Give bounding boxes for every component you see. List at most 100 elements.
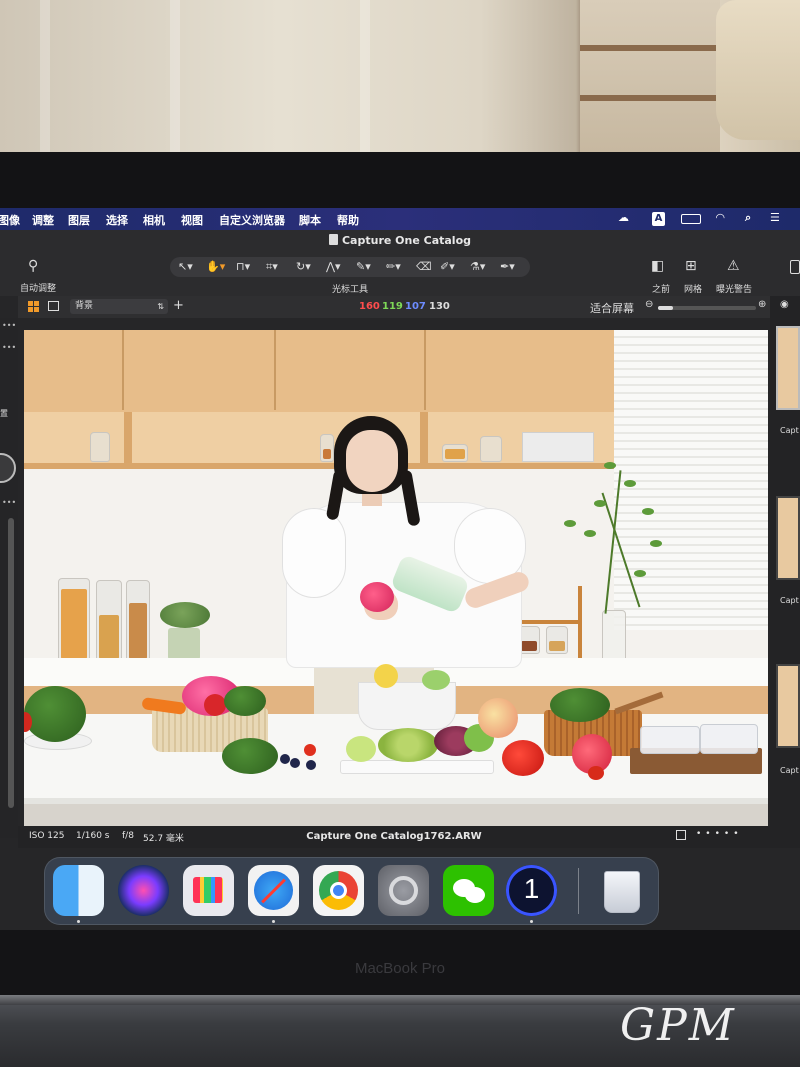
panel-options-icon[interactable]: •••: [2, 498, 16, 507]
window-blinds: [614, 330, 768, 630]
auto-adjust-label[interactable]: 自动调整: [20, 281, 56, 294]
menu-view[interactable]: 视图: [181, 212, 203, 228]
readout-blue: 107: [405, 301, 426, 312]
running-indicator: [530, 920, 533, 923]
thumbnail-caption: Capt: [780, 766, 799, 775]
screen: 图像 调整 图层 选择 相机 视图 自定义浏览器 脚本 帮助 ☁ A ◠ ⌕ ☰…: [0, 208, 800, 930]
eye-icon[interactable]: ◉: [780, 299, 789, 310]
menu-image[interactable]: 图像: [0, 212, 20, 228]
capture-one-icon[interactable]: 1: [506, 865, 557, 916]
single-view-icon[interactable]: [48, 301, 59, 311]
filmstrip-thumbnail[interactable]: [776, 664, 800, 748]
image-filename: Capture One Catalog1762.ARW: [306, 831, 482, 842]
page-dots-icon[interactable]: •••••: [696, 829, 743, 839]
siri-icon[interactable]: [118, 865, 169, 916]
filmstrip-thumbnail[interactable]: [776, 496, 800, 580]
zoom-slider-fill: [658, 306, 673, 310]
trash-icon[interactable]: [598, 865, 644, 916]
wooden-shelf: [580, 0, 720, 160]
settings-icon[interactable]: [378, 865, 429, 916]
select-arrows-icon: ⇅: [157, 302, 164, 311]
wechat-icon[interactable]: [443, 865, 494, 916]
zoom-in-icon[interactable]: ⊕: [758, 299, 766, 310]
menu-adjust[interactable]: 调整: [32, 212, 54, 228]
battery-icon[interactable]: [681, 214, 701, 224]
rotate-tool-icon[interactable]: ↻▾: [296, 260, 311, 273]
chrome-icon[interactable]: [313, 865, 364, 916]
thumbnail-caption: Capt: [780, 596, 799, 605]
gradient-tool-icon[interactable]: ✐▾: [440, 260, 455, 273]
crop-tool-icon[interactable]: ⌗▾: [266, 260, 278, 274]
menu-select[interactable]: 选择: [106, 212, 128, 228]
exposure-warning-label[interactable]: 曝光警告: [716, 282, 752, 295]
pan-hand-tool-icon[interactable]: ✋▾: [206, 260, 225, 273]
zoom-slider[interactable]: [658, 306, 756, 310]
readout-luminance: 130: [429, 301, 450, 312]
room-background: [0, 0, 800, 160]
left-panel-scrollbar[interactable]: [8, 518, 14, 808]
before-after-icon[interactable]: ◧: [651, 258, 664, 274]
left-tool-panel: ••• ••• 置 •••: [0, 318, 18, 838]
creative-cloud-icon[interactable]: ☁: [618, 211, 629, 224]
select-tool-icon[interactable]: ↖▾: [178, 260, 193, 273]
panel-options-icon[interactable]: •••: [2, 321, 16, 330]
spot-removal-tool-icon[interactable]: ✎▾: [356, 260, 371, 273]
watermark: GPM: [620, 1000, 736, 1051]
photo-of-laptop-screen: 图像 调整 图层 选择 相机 视图 自定义浏览器 脚本 帮助 ☁ A ◠ ⌕ ☰…: [0, 0, 800, 1067]
fit-to-screen-label[interactable]: 适合屏幕: [590, 300, 634, 316]
wifi-icon[interactable]: ◠: [716, 211, 724, 224]
loupe-tool-icon[interactable]: ⊓▾: [236, 260, 250, 273]
main-image-viewer[interactable]: [24, 330, 768, 826]
before-label[interactable]: 之前: [652, 282, 670, 295]
add-icon[interactable]: +: [173, 298, 184, 313]
dock-separator: [578, 868, 579, 914]
window-title-bar: Capture One Catalog: [0, 230, 800, 252]
input-method-icon[interactable]: A: [652, 212, 665, 226]
readout-red: 160: [359, 301, 380, 312]
window-title: Capture One Catalog: [341, 234, 472, 247]
menu-layer[interactable]: 图层: [68, 212, 90, 228]
picker-tool-icon[interactable]: ⚗▾: [470, 260, 485, 273]
control-center-icon[interactable]: ☰: [770, 211, 780, 224]
finder-icon[interactable]: [53, 865, 104, 916]
filmstrip-thumbnail[interactable]: [776, 326, 800, 410]
brush-tool-icon[interactable]: ✏▾: [386, 260, 401, 273]
grid-icon[interactable]: ⊞: [685, 258, 697, 274]
menu-script[interactable]: 脚本: [299, 212, 321, 228]
image-info-bar: ISO 125 1/160 s f/8 52.7 毫米 Capture One …: [18, 826, 770, 848]
keystone-tool-icon[interactable]: ⋀▾: [326, 260, 341, 273]
menu-camera[interactable]: 相机: [143, 212, 165, 228]
lamp: [716, 0, 800, 140]
toolbar: ⚲ 自动调整 ↖▾ ✋▾ ⊓▾ ⌗▾ ↻▾ ⋀▾ ✎▾ ✏▾ ⌫ ✐▾ ⚗▾ ✒…: [0, 252, 800, 296]
cursor-tools-strip: ↖▾ ✋▾ ⊓▾ ⌗▾ ↻▾ ⋀▾ ✎▾ ✏▾ ⌫ ✐▾ ⚗▾ ✒▾: [170, 257, 530, 277]
panel-options-icon[interactable]: •••: [2, 343, 16, 352]
exposure-warning-icon[interactable]: ⚠: [727, 258, 740, 274]
readout-green: 119: [382, 301, 403, 312]
grid-label[interactable]: 网格: [684, 282, 702, 295]
frame-icon[interactable]: [676, 830, 686, 840]
running-indicator: [272, 920, 275, 923]
viewer-header: 背景 ⇅ + 160 119 107 130 适合屏幕 ⊖ ⊕: [18, 296, 770, 318]
cursor-tools-label: 光标工具: [332, 285, 369, 295]
filmstrip-panel: ◉ Capt Capt Capt: [770, 296, 800, 848]
menu-custom-browser[interactable]: 自定义浏览器: [219, 212, 285, 228]
background-select-value: 背景: [75, 301, 94, 311]
multi-view-icon[interactable]: [28, 301, 39, 312]
eraser-tool-icon[interactable]: ⌫: [416, 260, 432, 273]
dial-control[interactable]: [0, 453, 16, 483]
menu-bar: 图像 调整 图层 选择 相机 视图 自定义浏览器 脚本 帮助 ☁ A ◠ ⌕ ☰: [0, 208, 800, 230]
background-select[interactable]: 背景 ⇅: [70, 299, 168, 314]
annotate-tool-icon[interactable]: ✒▾: [500, 260, 515, 273]
zoom-out-icon[interactable]: ⊖: [645, 299, 653, 310]
spotlight-search-icon[interactable]: ⌕: [745, 211, 751, 225]
capture-one-badge: 1: [523, 873, 540, 904]
menu-help[interactable]: 帮助: [337, 212, 359, 228]
launchpad-icon[interactable]: [183, 865, 234, 916]
dock: 1: [44, 857, 659, 925]
document-icon: [328, 234, 338, 245]
running-indicator: [77, 920, 80, 923]
magic-wand-icon[interactable]: ⚲: [28, 258, 38, 274]
safari-icon[interactable]: [248, 865, 299, 916]
learn-icon[interactable]: [790, 260, 800, 274]
thumbnail-caption: Capt: [780, 426, 799, 435]
